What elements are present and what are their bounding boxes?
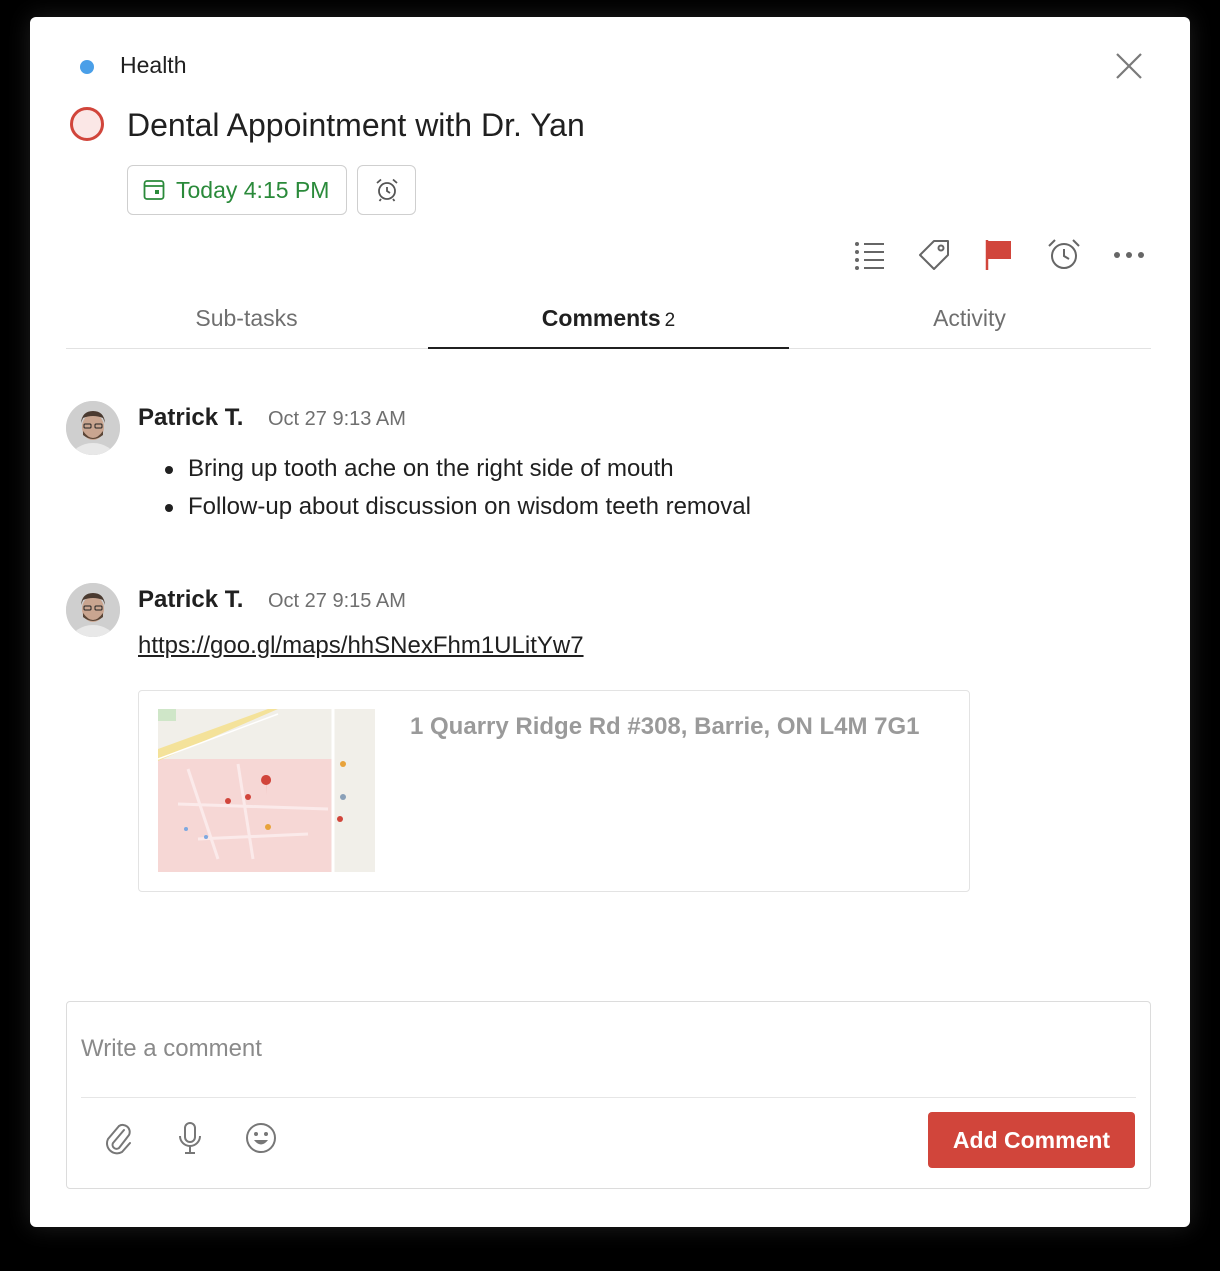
due-date-label: Today 4:15 PM: [176, 176, 330, 203]
comment-timestamp: Oct 27 9:13 AM: [268, 408, 406, 430]
reminders-button[interactable]: [1046, 237, 1082, 273]
comment-input[interactable]: [81, 1014, 1131, 1084]
calendar-icon: [143, 180, 165, 200]
close-button[interactable]: [1112, 49, 1146, 83]
composer-divider: [81, 1097, 1136, 1098]
attachment-icon: [106, 1123, 131, 1155]
list-item: Follow-up about discussion on wisdom tee…: [165, 488, 751, 526]
emoji-button[interactable]: [243, 1120, 279, 1156]
more-actions-button[interactable]: [1111, 237, 1147, 273]
comment-author[interactable]: Patrick T.: [138, 404, 243, 432]
avatar: [66, 401, 120, 455]
microphone-icon: [179, 1122, 201, 1154]
emoji-icon: [246, 1123, 276, 1153]
project-name[interactable]: Health: [120, 52, 186, 79]
tab-label: Sub-tasks: [195, 305, 298, 331]
comment-author[interactable]: Patrick T.: [138, 586, 243, 614]
map-thumbnail: [158, 709, 375, 872]
project-color-dot: [80, 60, 94, 74]
voice-note-button[interactable]: [172, 1120, 208, 1156]
comment-link[interactable]: https://goo.gl/maps/hhSNexFhm1ULitYw7: [138, 632, 584, 660]
subtasks-list-button[interactable]: [852, 237, 888, 273]
reminder-button[interactable]: [357, 165, 416, 215]
tab-label: Activity: [933, 305, 1006, 331]
tab-activity[interactable]: Activity: [789, 299, 1150, 349]
tag-icon: [919, 240, 949, 270]
task-complete-checkbox[interactable]: [70, 107, 104, 141]
add-comment-button[interactable]: Add Comment: [928, 1112, 1135, 1168]
labels-button[interactable]: [916, 237, 952, 273]
due-date-button[interactable]: Today 4:15 PM: [127, 165, 347, 215]
list-icon: [855, 242, 884, 270]
detail-tabs: Sub-tasks Comments 2 Activity: [66, 299, 1151, 349]
task-detail-dialog: Health Dental Appointment with Dr. Yan T…: [30, 17, 1190, 1227]
tab-sub-tasks[interactable]: Sub-tasks: [66, 299, 427, 349]
task-title[interactable]: Dental Appointment with Dr. Yan: [127, 107, 585, 144]
comment-timestamp: Oct 27 9:15 AM: [268, 590, 406, 612]
tab-label: Comments: [541, 305, 661, 331]
close-icon: [1116, 53, 1142, 79]
comment-composer: Add Comment: [66, 1001, 1151, 1189]
list-item: Bring up tooth ache on the right side of…: [165, 450, 751, 488]
alarm-icon: [1048, 239, 1080, 269]
preview-address: 1 Quarry Ridge Rd #308, Barrie, ON L4M 7…: [410, 713, 920, 740]
comments-count: 2: [664, 310, 676, 331]
attach-file-button[interactable]: [101, 1120, 137, 1156]
priority-button[interactable]: [981, 237, 1017, 273]
comment-body-list: Bring up tooth ache on the right side of…: [165, 450, 751, 526]
avatar: [66, 583, 120, 637]
more-icon: [1114, 252, 1144, 258]
flag-icon: [985, 240, 1011, 270]
alarm-clock-icon: [375, 178, 398, 202]
tab-comments[interactable]: Comments 2: [428, 299, 789, 349]
link-preview-card[interactable]: 1 Quarry Ridge Rd #308, Barrie, ON L4M 7…: [138, 690, 970, 892]
